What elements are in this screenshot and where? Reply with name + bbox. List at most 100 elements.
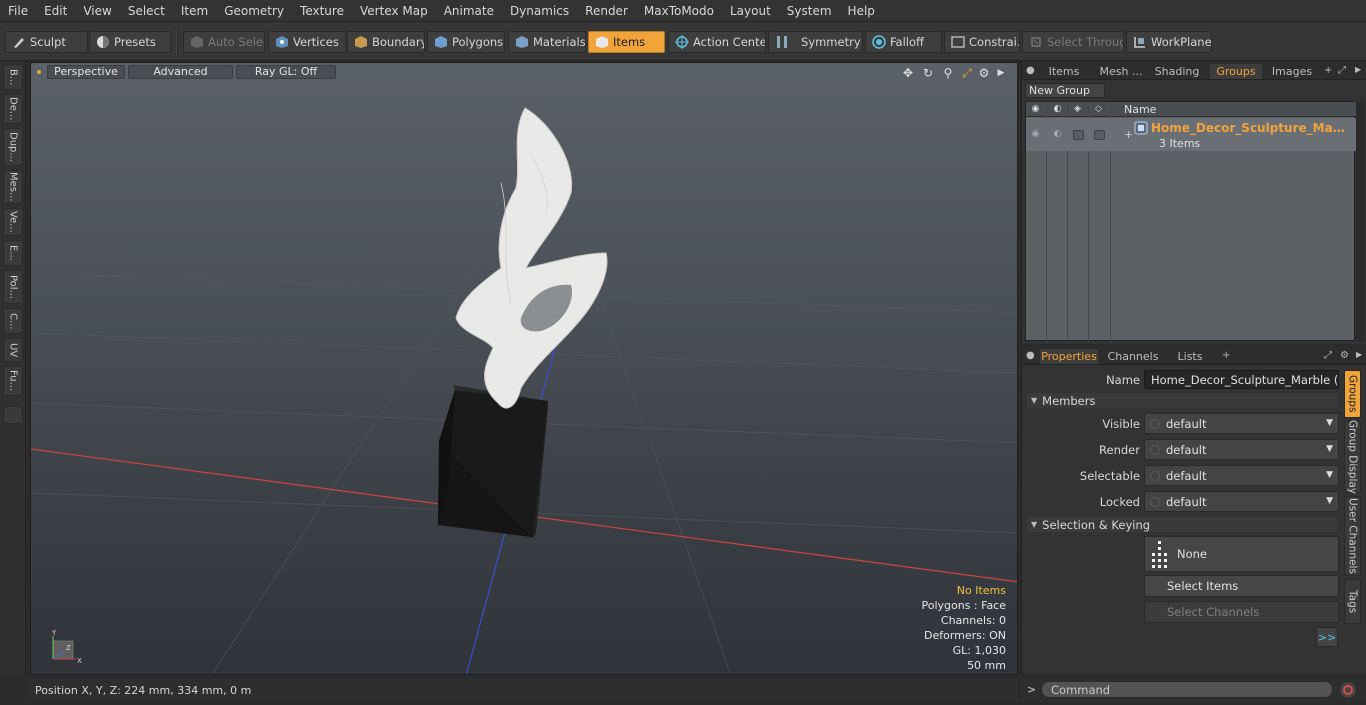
- sidetab-group-display[interactable]: Group Display: [1344, 420, 1361, 494]
- hierarchy-icon: [1152, 541, 1167, 568]
- left-tab-7[interactable]: Pol...: [3, 270, 23, 304]
- move-view-icon[interactable]: ✥: [901, 66, 915, 80]
- panel-arrow-icon[interactable]: ▶: [1355, 65, 1361, 74]
- expand-panel-icon[interactable]: ⤢: [1338, 65, 1346, 76]
- row-visibility-icon[interactable]: ◉: [1029, 128, 1042, 141]
- sculpt-button[interactable]: Sculpt: [5, 31, 88, 53]
- viewport-settings-icon[interactable]: ⚙: [977, 66, 991, 80]
- workplane-button[interactable]: WorkPlane: [1126, 31, 1212, 53]
- row-lock-checkbox[interactable]: [1094, 130, 1105, 140]
- menu-layout[interactable]: Layout: [722, 0, 779, 22]
- 3d-viewport[interactable]: Y X Z Perspective Advanced Ray GL: Off ✥…: [30, 62, 1018, 675]
- group-row[interactable]: ◉ ◐ + Home_Decor_Sculpture_Marble 3 Item…: [1026, 118, 1356, 151]
- menu-help[interactable]: Help: [840, 0, 883, 22]
- tab-items[interactable]: Items: [1040, 64, 1088, 79]
- raygl-toggle[interactable]: Ray GL: Off: [236, 65, 336, 79]
- boundary-icon: [355, 36, 367, 48]
- left-tab-5[interactable]: Ve...: [3, 208, 23, 236]
- menu-view[interactable]: View: [75, 0, 119, 22]
- tab-images[interactable]: Images: [1266, 64, 1318, 79]
- items-button[interactable]: Items: [588, 31, 665, 53]
- menu-vertex-map[interactable]: Vertex Map: [352, 0, 436, 22]
- left-tab-extra-button[interactable]: [3, 406, 23, 424]
- menu-dynamics[interactable]: Dynamics: [502, 0, 577, 22]
- zoom-view-icon[interactable]: ⚲: [941, 66, 955, 80]
- record-macro-button[interactable]: [1339, 681, 1357, 699]
- constraints-button[interactable]: Constrai...: [944, 31, 1020, 53]
- left-tab-6[interactable]: E...: [3, 240, 23, 266]
- menu-item[interactable]: Item: [173, 0, 216, 22]
- left-tab-3[interactable]: Dup...: [3, 128, 23, 166]
- left-tab-10[interactable]: Fu...: [3, 366, 23, 396]
- locked-dropdown[interactable]: default ▼: [1144, 491, 1339, 512]
- locked-label: Locked: [1099, 495, 1140, 509]
- new-group-button[interactable]: New Group: [1025, 83, 1105, 98]
- viewport-menu-dot[interactable]: [37, 70, 41, 74]
- tab-groups[interactable]: Groups: [1210, 64, 1262, 79]
- menu-maxtomodo[interactable]: MaxToModo: [636, 0, 722, 22]
- rotate-view-icon[interactable]: ↻: [921, 66, 935, 80]
- group-icon: [1134, 121, 1148, 135]
- tab-lists[interactable]: Lists: [1166, 349, 1214, 364]
- symmetry-button[interactable]: Symmetry: [768, 31, 863, 53]
- tab-channels[interactable]: Channels: [1106, 349, 1160, 364]
- boundary-button[interactable]: Boundary: [347, 31, 425, 53]
- sidetab-user-channels[interactable]: User Channels: [1344, 496, 1361, 576]
- none-button[interactable]: None: [1144, 536, 1339, 572]
- viewport-expand-icon[interactable]: ▶: [994, 66, 1008, 80]
- tab-shading[interactable]: Shading: [1152, 64, 1202, 79]
- presets-button[interactable]: Presets: [89, 31, 171, 53]
- materials-button[interactable]: Materials: [508, 31, 586, 53]
- tab-properties[interactable]: Properties: [1040, 349, 1098, 364]
- sidetab-groups[interactable]: Groups: [1344, 370, 1361, 418]
- perspective-dropdown[interactable]: Perspective: [47, 65, 125, 79]
- props-menu-dot[interactable]: ●: [1026, 350, 1035, 361]
- tab-mesh[interactable]: Mesh ...: [1092, 64, 1150, 79]
- falloff-button[interactable]: Falloff: [865, 31, 942, 53]
- command-input[interactable]: Command: [1041, 681, 1333, 698]
- left-tab-1[interactable]: B...: [3, 64, 23, 90]
- visible-dropdown[interactable]: default ▼: [1144, 413, 1339, 434]
- left-tab-9[interactable]: UV: [3, 338, 23, 362]
- members-section-header[interactable]: ▼ Members: [1027, 393, 1337, 408]
- polygons-button[interactable]: Polygons: [427, 31, 505, 53]
- row-render-icon[interactable]: ◐: [1051, 128, 1064, 141]
- group-name-field[interactable]: Home_Decor_Sculpture_Marble (3): [1144, 370, 1339, 389]
- select-through-button[interactable]: Select Through: [1022, 31, 1124, 53]
- shading-dropdown[interactable]: Advanced: [128, 65, 233, 79]
- menu-geometry[interactable]: Geometry: [216, 0, 292, 22]
- properties-panel-tabs: ● Properties Channels Lists + ⤢ ⚙ ▶: [1022, 347, 1366, 365]
- left-tab-4[interactable]: Mes...: [3, 170, 23, 204]
- toolbar-separator: [176, 28, 178, 56]
- more-button[interactable]: >>: [1316, 627, 1338, 647]
- add-tab-icon[interactable]: +: [1324, 65, 1332, 76]
- menu-texture[interactable]: Texture: [292, 0, 352, 22]
- expand-props-icon[interactable]: ⤢: [1324, 350, 1332, 361]
- selection-keying-section-header[interactable]: ▼ Selection & Keying: [1027, 517, 1337, 532]
- add-props-tab-icon[interactable]: +: [1222, 350, 1230, 361]
- menu-system[interactable]: System: [779, 0, 840, 22]
- select-channels-button[interactable]: Select Channels: [1144, 601, 1339, 623]
- menu-animate[interactable]: Animate: [436, 0, 502, 22]
- expand-plus-icon[interactable]: +: [1124, 128, 1133, 141]
- auto-select-button[interactable]: Auto Select: [183, 31, 265, 53]
- props-settings-icon[interactable]: ⚙: [1340, 350, 1349, 361]
- sidetab-tags[interactable]: Tags: [1344, 579, 1361, 624]
- menu-select[interactable]: Select: [120, 0, 173, 22]
- left-tab-8[interactable]: C...: [3, 308, 23, 334]
- select-items-button[interactable]: Select Items: [1144, 575, 1339, 597]
- panel-menu-dot[interactable]: ●: [1026, 65, 1035, 76]
- vertices-button[interactable]: Vertices 1: [268, 31, 346, 53]
- action-center-button[interactable]: Action Center: [668, 31, 766, 53]
- selectable-dropdown[interactable]: default ▼: [1144, 465, 1339, 486]
- menu-edit[interactable]: Edit: [36, 0, 75, 22]
- row-select-checkbox[interactable]: [1073, 130, 1084, 140]
- group-list-scrollbar[interactable]: [1356, 101, 1365, 341]
- render-dropdown[interactable]: default ▼: [1144, 439, 1339, 460]
- visible-value: default: [1166, 416, 1207, 431]
- fit-view-icon[interactable]: ⤢: [960, 66, 974, 80]
- menu-render[interactable]: Render: [577, 0, 636, 22]
- props-arrow-icon[interactable]: ▶: [1356, 350, 1362, 359]
- menu-file[interactable]: File: [0, 0, 36, 22]
- left-tab-2[interactable]: De...: [3, 94, 23, 124]
